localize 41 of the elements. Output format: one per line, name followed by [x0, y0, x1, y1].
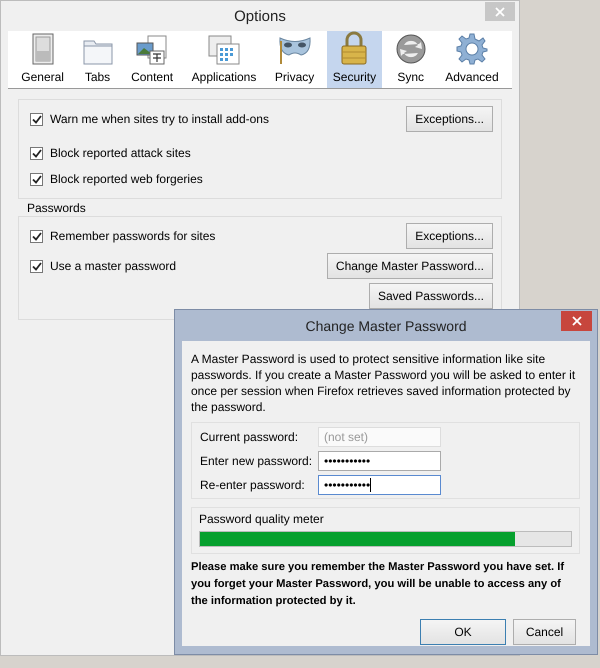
exceptions-button[interactable]: Exceptions... — [406, 223, 493, 249]
toolbar-tab[interactable]: Advanced — [439, 31, 505, 88]
toolbar-tab[interactable]: Tabs — [76, 31, 119, 88]
documents-icon — [136, 35, 168, 65]
dialog-button[interactable]: Saved Passwords... — [368, 283, 493, 309]
checkbox-label[interactable]: Warn me when sites try to install add-ons — [50, 112, 269, 126]
password-field[interactable]: ••••••••••• — [318, 451, 441, 471]
dialog-button[interactable]: Change Master Password... — [326, 253, 493, 279]
calendar-window-icon — [208, 35, 240, 65]
checkbox[interactable] — [30, 260, 43, 272]
toolbar-tab[interactable]: Content — [125, 31, 180, 88]
toolbar-tab[interactable]: Security — [326, 31, 382, 88]
checkbox-label[interactable]: Block reported web forgeries — [50, 172, 203, 186]
warning-text: Please make sure you remember the Master Password you have set. If you forget your Master Password, you will be unable to access any of the information protected by it. — [191, 560, 566, 609]
dialog-title: Change Master Password — [305, 318, 467, 334]
checkbox-label[interactable]: Remember passwords for sites — [50, 229, 216, 243]
checkbox[interactable] — [30, 112, 43, 126]
cancel-button[interactable]: Cancel — [513, 619, 576, 645]
field-label: Enter new password: — [200, 454, 314, 468]
checkbox-label[interactable]: Use a master password — [50, 259, 176, 273]
toolbar-tab[interactable]: Applications — [186, 31, 262, 88]
toolbar-tab[interactable]: General — [15, 31, 70, 88]
toolbar-tab[interactable]: Privacy — [268, 31, 320, 88]
field-label: Re-enter password: — [200, 478, 306, 492]
checkbox[interactable] — [30, 146, 43, 160]
field-label: Current password: — [200, 430, 300, 444]
password-field[interactable]: ••••••••••• — [318, 475, 441, 495]
toolbar-tab[interactable]: Sync — [388, 31, 433, 88]
ok-button[interactable]: OK — [420, 619, 506, 645]
close-icon — [495, 6, 505, 16]
exceptions-button[interactable]: Exceptions... — [406, 106, 493, 132]
checkbox[interactable] — [30, 172, 43, 186]
window-title: Options — [234, 8, 286, 24]
group-title: Passwords — [27, 201, 87, 215]
description-text: A Master Password is used to protect sensitive information like site passwords. If you create a Master Password you will be asked to enter it once per session when Firefox retrieves saved information protected by the password. — [191, 351, 576, 415]
checkbox-label[interactable]: Block reported attack sites — [50, 146, 191, 160]
close-icon — [572, 316, 582, 326]
checkbox[interactable] — [30, 230, 43, 242]
padlock-icon — [340, 31, 368, 65]
close-button[interactable] — [561, 311, 592, 331]
meter-label: Password quality meter — [199, 512, 324, 526]
